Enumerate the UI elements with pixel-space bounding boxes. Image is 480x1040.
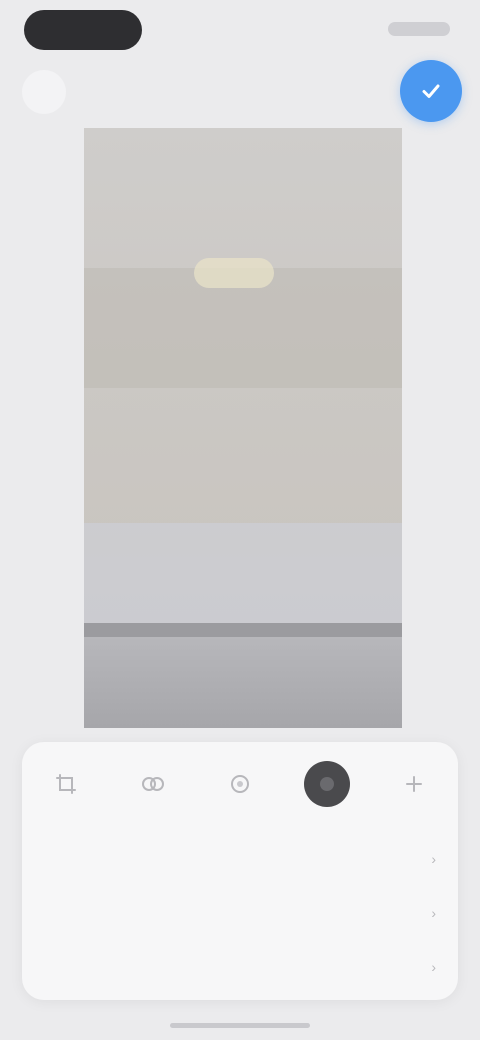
home-indicator xyxy=(170,1023,310,1028)
status-icons xyxy=(388,22,450,36)
filter-icon xyxy=(230,775,249,793)
adjustment-row[interactable]: › xyxy=(22,940,458,994)
checkmark-icon xyxy=(422,84,440,98)
chevron-right-icon: › xyxy=(431,959,436,975)
markup-icon xyxy=(320,777,335,791)
photo-region xyxy=(84,623,402,637)
photo-region xyxy=(84,637,402,728)
tool-adjust[interactable] xyxy=(130,761,176,807)
adjustment-row[interactable]: › xyxy=(22,832,458,886)
photo-region xyxy=(84,523,402,633)
photo-preview[interactable] xyxy=(84,128,402,728)
tool-filter[interactable] xyxy=(217,761,263,807)
tool-more[interactable] xyxy=(391,761,437,807)
chevron-right-icon: › xyxy=(431,851,436,867)
adjust-icon xyxy=(141,777,164,791)
adjustment-list: › › › xyxy=(22,832,458,994)
adjustment-row[interactable]: › xyxy=(22,886,458,940)
dynamic-island xyxy=(24,10,142,50)
edit-sheet: › › › xyxy=(22,742,458,1000)
photo-highlight xyxy=(194,258,274,288)
done-button[interactable] xyxy=(400,60,462,122)
tool-markup[interactable] xyxy=(304,761,351,807)
more-icon xyxy=(406,776,423,792)
crop-icon xyxy=(55,774,76,794)
tool-row xyxy=(22,754,458,814)
tool-crop[interactable] xyxy=(43,761,89,807)
chevron-right-icon: › xyxy=(431,905,436,921)
back-button[interactable] xyxy=(22,70,66,114)
